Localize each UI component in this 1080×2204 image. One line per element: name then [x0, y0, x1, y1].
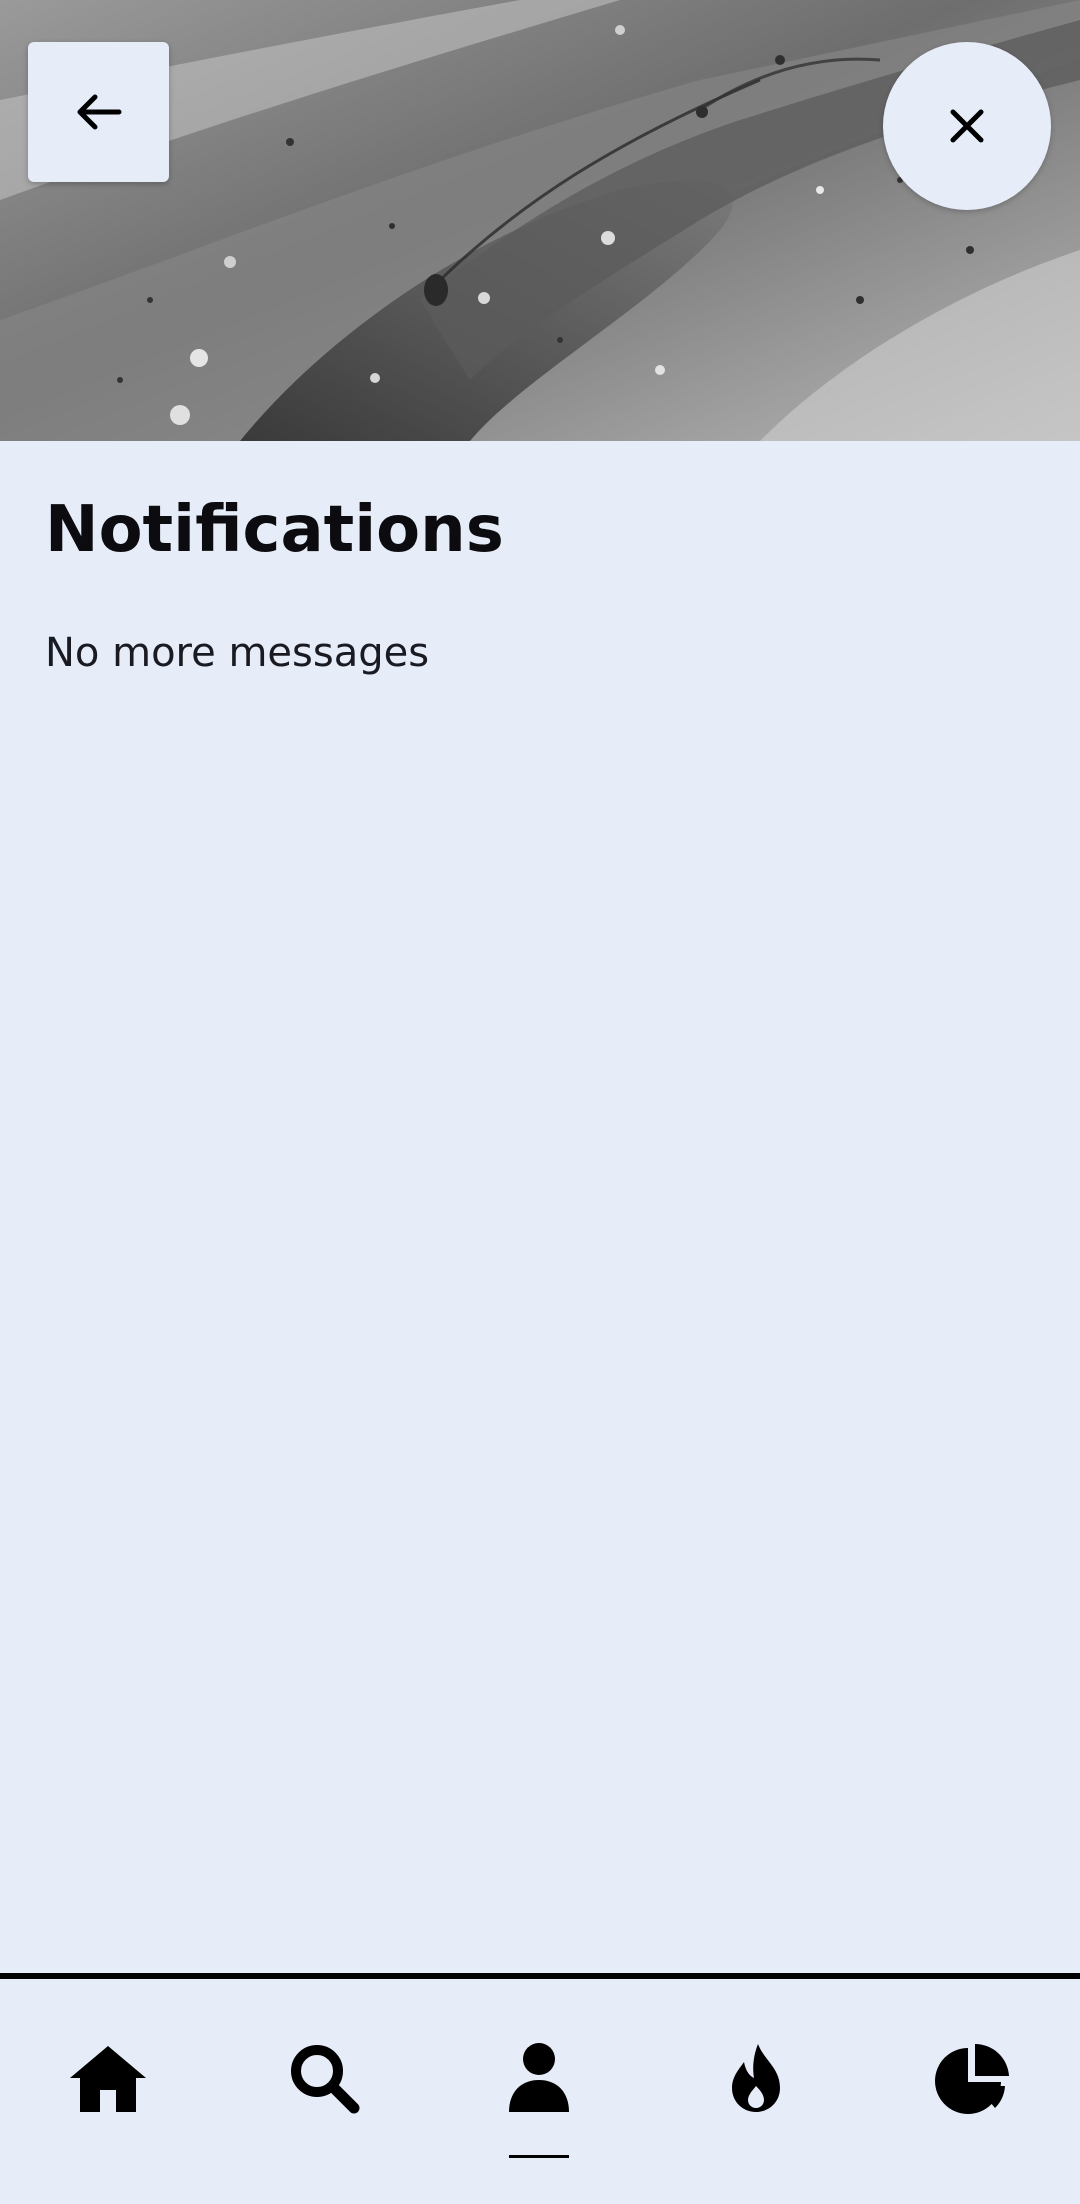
bottom-navigation: [0, 1979, 1080, 2204]
nav-item-search[interactable]: [269, 2023, 379, 2133]
active-tab-indicator: [509, 2155, 569, 2158]
nav-item-trending[interactable]: [701, 2023, 811, 2133]
pie-chart-icon: [935, 2044, 1009, 2114]
home-icon: [70, 2046, 146, 2112]
search-icon: [291, 2045, 360, 2114]
nav-item-home[interactable]: [53, 2023, 163, 2133]
fire-icon: [732, 2044, 780, 2112]
empty-state-message: No more messages: [45, 630, 430, 676]
close-button[interactable]: [883, 42, 1051, 210]
nav-item-stats[interactable]: [918, 2023, 1028, 2133]
back-button[interactable]: [28, 42, 169, 182]
profile-icon: [509, 2043, 569, 2112]
page-title: Notifications: [45, 493, 504, 567]
close-icon: [950, 109, 984, 143]
notifications-screen: Notifications No more messages: [0, 0, 1080, 2204]
arrow-left-icon: [77, 94, 121, 130]
nav-item-profile[interactable]: [484, 2023, 594, 2133]
